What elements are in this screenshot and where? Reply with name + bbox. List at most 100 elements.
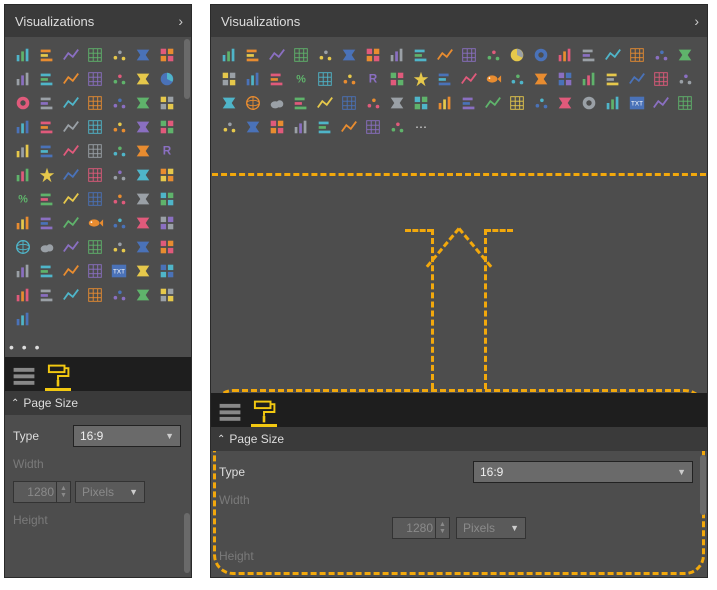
- viz-custom-k[interactable]: [410, 92, 432, 114]
- viz-donut[interactable]: [12, 92, 34, 114]
- viz-line[interactable]: [132, 44, 154, 66]
- viz-ribbon[interactable]: [60, 68, 82, 90]
- viz-custom-r[interactable]: [602, 92, 624, 114]
- viz-custom-y[interactable]: [314, 116, 336, 138]
- viz-custom-q[interactable]: [554, 92, 576, 114]
- viz-arcgis[interactable]: [156, 116, 178, 138]
- viz-matrix[interactable]: [578, 44, 600, 66]
- type-dropdown[interactable]: 16:9 ▼: [473, 461, 693, 483]
- viz-custom-14[interactable]: [132, 236, 154, 258]
- viz-key-influencers[interactable]: [36, 140, 58, 162]
- viz-globe[interactable]: [12, 236, 34, 258]
- viz-r-script[interactable]: R: [362, 68, 384, 90]
- viz-custom-e[interactable]: [218, 92, 240, 114]
- viz-waterfall[interactable]: [84, 68, 106, 90]
- viz-custom-26[interactable]: [132, 284, 154, 306]
- viz-line-stacked[interactable]: [386, 44, 408, 66]
- collapse-icon[interactable]: ›: [694, 13, 699, 29]
- viz-custom-v[interactable]: [242, 116, 264, 138]
- viz-clustered-column[interactable]: [242, 44, 264, 66]
- viz-custom-c[interactable]: [578, 68, 600, 90]
- scrollbar[interactable]: [184, 513, 190, 573]
- viz-more-3[interactable]: [12, 164, 34, 186]
- viz-pie[interactable]: [506, 44, 528, 66]
- viz-custom-n[interactable]: [482, 92, 504, 114]
- viz-heatmap[interactable]: [36, 188, 58, 210]
- viz-custom-10[interactable]: [156, 212, 178, 234]
- viz-custom-21[interactable]: [12, 284, 34, 306]
- viz-stacked-bar-h[interactable]: [60, 44, 82, 66]
- viz-custom-17[interactable]: [60, 260, 82, 282]
- viz-txt[interactable]: TXT: [108, 260, 130, 282]
- viz-card[interactable]: [218, 68, 240, 90]
- viz-candlestick[interactable]: [626, 68, 648, 90]
- viz-line-column[interactable]: [36, 68, 58, 90]
- viz-custom-b[interactable]: [554, 68, 576, 90]
- viz-custom-6[interactable]: [132, 188, 154, 210]
- viz-custom-w[interactable]: [266, 116, 288, 138]
- viz-area[interactable]: [156, 44, 178, 66]
- viz-pyramid[interactable]: [12, 212, 34, 234]
- viz-custom-25[interactable]: [108, 284, 130, 306]
- viz-pyramid[interactable]: [650, 68, 672, 90]
- viz-custom-7[interactable]: [36, 212, 58, 234]
- viz-table[interactable]: [602, 44, 624, 66]
- viz-line-stacked[interactable]: [12, 68, 34, 90]
- viz-network[interactable]: [84, 164, 106, 186]
- viz-funnel[interactable]: [108, 92, 130, 114]
- collapse-icon[interactable]: ›: [178, 13, 183, 29]
- viz-clustered-column[interactable]: [36, 44, 58, 66]
- viz-r-script[interactable]: R: [156, 140, 178, 162]
- viz-custom-1[interactable]: [108, 164, 130, 186]
- viz-custom-p[interactable]: [530, 92, 552, 114]
- viz-custom-4[interactable]: [60, 188, 82, 210]
- viz-map[interactable]: [84, 116, 106, 138]
- viz-custom-ab[interactable]: [386, 116, 408, 138]
- viz-stacked-100[interactable]: [108, 44, 130, 66]
- viz-histogram[interactable]: [108, 188, 130, 210]
- viz-custom-15[interactable]: [12, 260, 34, 282]
- viz-decomposition[interactable]: [84, 140, 106, 162]
- viz-custom-s[interactable]: [650, 92, 672, 114]
- viz-custom-20[interactable]: [156, 260, 178, 282]
- viz-gauge[interactable]: [132, 92, 154, 114]
- viz-custom-13[interactable]: [108, 236, 130, 258]
- viz-radar[interactable]: [108, 212, 130, 234]
- viz-stacked-bar[interactable]: [218, 44, 240, 66]
- viz-line-column[interactable]: [410, 44, 432, 66]
- viz-treemap[interactable]: [554, 44, 576, 66]
- viz-waterfall[interactable]: [458, 44, 480, 66]
- viz-custom-8[interactable]: [60, 212, 82, 234]
- viz-star[interactable]: [36, 164, 58, 186]
- viz-cloud[interactable]: [36, 236, 58, 258]
- viz-card[interactable]: [156, 92, 178, 114]
- viz-custom-2[interactable]: [132, 164, 154, 186]
- viz-custom-22[interactable]: [36, 284, 58, 306]
- viz-fish[interactable]: [482, 68, 504, 90]
- format-tab[interactable]: [251, 399, 277, 427]
- viz-slicer[interactable]: [626, 44, 648, 66]
- fields-tab[interactable]: [217, 399, 243, 427]
- viz-python[interactable]: [12, 140, 34, 162]
- viz-custom-d[interactable]: [602, 68, 624, 90]
- viz-python[interactable]: [386, 68, 408, 90]
- viz-custom-19[interactable]: [132, 260, 154, 282]
- viz-kpi[interactable]: [266, 68, 288, 90]
- viz-custom-h[interactable]: [338, 92, 360, 114]
- viz-custom-23[interactable]: [60, 284, 82, 306]
- fields-tab[interactable]: [11, 363, 37, 391]
- viz-clustered-bar-h[interactable]: [84, 44, 106, 66]
- viz-scatter[interactable]: [482, 44, 504, 66]
- viz-qa[interactable]: [674, 68, 696, 90]
- viz-multi-card[interactable]: [12, 116, 34, 138]
- viz-matrix[interactable]: [60, 92, 82, 114]
- viz-donut-2[interactable]: [578, 92, 600, 114]
- type-dropdown[interactable]: 16:9 ▼: [73, 425, 181, 447]
- viz-pie[interactable]: [156, 68, 178, 90]
- viz-custom-m[interactable]: [458, 92, 480, 114]
- viz-percent[interactable]: %: [12, 188, 34, 210]
- viz-more-2[interactable]: [132, 140, 154, 162]
- panel-header[interactable]: Visualizations ›: [5, 5, 191, 37]
- viz-custom-18[interactable]: [84, 260, 106, 282]
- viz-more-1[interactable]: [108, 140, 130, 162]
